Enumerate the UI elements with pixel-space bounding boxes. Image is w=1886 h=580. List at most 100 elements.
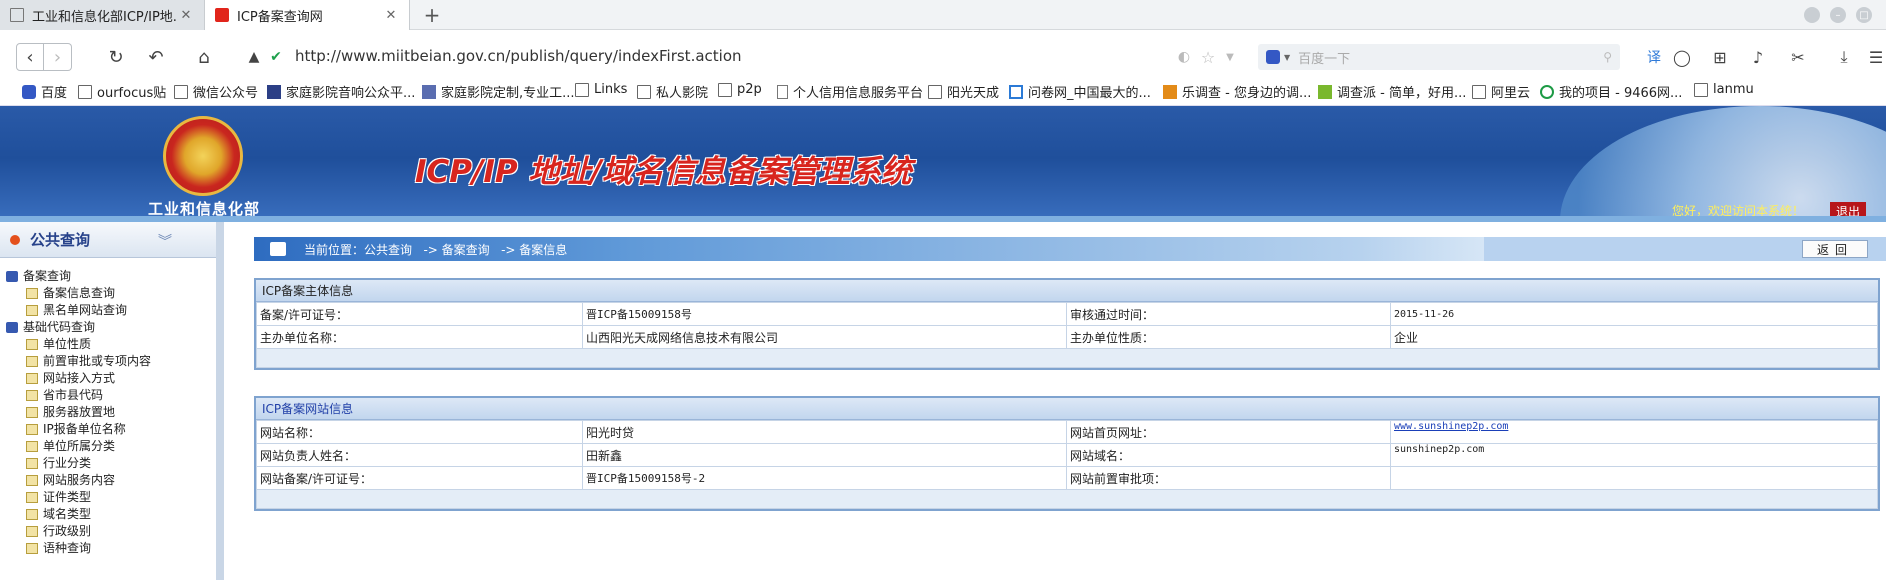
- bullet-icon: [10, 234, 20, 245]
- url-field[interactable]: http://www.miitbeian.gov.cn/publish/quer…: [295, 47, 742, 65]
- collapse-chevron-icon[interactable]: ︾: [158, 231, 172, 251]
- icp-icon: [215, 8, 229, 22]
- doc-icon: [26, 424, 38, 435]
- bookmark-diaochapai[interactable]: 调查派 - 简单，好用...: [1318, 82, 1466, 101]
- bookmark-credit-platform[interactable]: 个人信用信息服务平台: [777, 82, 923, 101]
- doc-icon: [26, 407, 38, 418]
- bookmark-home-theater-custom[interactable]: 家庭影院定制,专业工...: [422, 82, 575, 101]
- chat-icon[interactable]: ◯: [1668, 43, 1696, 71]
- table-row: 备案/许可证号： 晋ICP备15009158号 审核通过时间： 2015-11-…: [256, 302, 1878, 326]
- refresh-icon[interactable]: ↻: [102, 43, 130, 71]
- browser-tab-miit[interactable]: 工业和信息化部ICP/IP地... ✕: [0, 0, 205, 30]
- main-content: 当前位置：公共查询 -> 备案查询 -> 备案信息 返回 ICP备案主体信息 备…: [232, 222, 1886, 580]
- maximize-icon[interactable]: □: [1856, 7, 1872, 23]
- field-label: 主办单位性质：: [1066, 325, 1391, 349]
- undo-icon[interactable]: ↶: [142, 43, 170, 71]
- extensions-icon[interactable]: ⊞: [1706, 43, 1734, 71]
- sidebar-item-industry[interactable]: 行业分类: [6, 455, 151, 472]
- close-icon[interactable]: ✕: [383, 8, 399, 23]
- website-url-link[interactable]: www.sunshinep2p.com: [1394, 421, 1508, 432]
- search-engine-dropdown-icon[interactable]: ▼: [1284, 53, 1290, 62]
- close-icon[interactable]: ✕: [178, 8, 194, 23]
- field-label: 网站负责人姓名：: [256, 443, 583, 467]
- folder-icon: [928, 84, 942, 99]
- folder-tree-icon: [6, 271, 18, 282]
- sidebar-item-service-content[interactable]: 网站服务内容: [6, 472, 151, 489]
- download-icon[interactable]: ⤓: [1830, 43, 1858, 71]
- subject-info-panel: ICP备案主体信息 备案/许可证号： 晋ICP备15009158号 审核通过时间…: [254, 278, 1880, 370]
- back-button[interactable]: ‹: [16, 43, 44, 71]
- page-icon: [777, 84, 788, 99]
- bookmark-wechat[interactable]: 微信公众号: [174, 82, 258, 101]
- sidebar-item-access-method[interactable]: 网站接入方式: [6, 370, 151, 387]
- bookmark-aliyun[interactable]: 阿里云: [1472, 82, 1530, 101]
- menu-icon[interactable]: ☰: [1862, 43, 1886, 71]
- home-icon[interactable]: [270, 242, 286, 256]
- sidebar-item-region-code[interactable]: 省市县代码: [6, 387, 151, 404]
- skin-icon[interactable]: [1804, 7, 1820, 23]
- tab-title: 工业和信息化部ICP/IP地...: [32, 9, 178, 25]
- folder-icon: [718, 82, 732, 97]
- minimize-icon[interactable]: –: [1830, 7, 1846, 23]
- search-placeholder: 百度一下: [1298, 51, 1351, 67]
- website-info-table: 网站名称： 阳光时贷 网站首页网址： www.sunshinep2p.com 网…: [256, 420, 1878, 509]
- bookmark-baidu[interactable]: 百度: [22, 82, 67, 101]
- site-header: 工业和信息化部 ICP/IP 地址/域名信息备案管理系统 您好，欢迎访问本系统！…: [0, 106, 1886, 222]
- sidebar-item-language[interactable]: 语种查询: [6, 540, 151, 557]
- forward-button[interactable]: ›: [44, 43, 72, 71]
- scissors-icon[interactable]: ✂: [1784, 43, 1812, 71]
- bookmark-links[interactable]: Links: [575, 82, 627, 97]
- bookmark-lanmu[interactable]: lanmu: [1694, 82, 1754, 97]
- bookmark-private-cinema[interactable]: 私人影院: [637, 82, 708, 101]
- sidebar: 公共查询 ︾ 备案查询 备案信息查询 黑名单网站查询 基础代码查询 单位性质 前…: [0, 222, 224, 580]
- baidu-icon: [22, 84, 36, 99]
- field-label: 网站首页网址：: [1066, 420, 1391, 444]
- browser-tab-icp[interactable]: ICP备案查询网 ✕: [205, 0, 410, 30]
- sidebar-item-ip-unit[interactable]: IP报备单位名称: [6, 421, 151, 438]
- website-info-panel: ICP备案网站信息 网站名称： 阳光时贷 网站首页网址： www.sunshin…: [254, 396, 1880, 511]
- table-footer-row: [256, 489, 1878, 509]
- folder-icon: [78, 84, 92, 99]
- field-label: 审核通过时间：: [1066, 302, 1391, 326]
- translate-icon[interactable]: 译: [1640, 43, 1668, 71]
- bookmark-ourfocus[interactable]: ourfocus贴: [78, 82, 166, 101]
- doc-icon: [26, 305, 38, 316]
- site-icon: [1009, 84, 1023, 99]
- tree-group-base-code-query[interactable]: 基础代码查询: [6, 319, 151, 336]
- field-value: 晋ICP备15009158号: [582, 302, 1067, 326]
- bookmark-wenjuan[interactable]: 问卷网_中国最大的...: [1009, 82, 1151, 101]
- bookmark-lediaocha[interactable]: 乐调查 - 您身边的调...: [1163, 82, 1311, 101]
- sidebar-item-pre-approval[interactable]: 前置审批或专项内容: [6, 353, 151, 370]
- sidebar-item-server-location[interactable]: 服务器放置地: [6, 404, 151, 421]
- bookmark-home-theater-audio[interactable]: 家庭影院音响公众平...: [267, 82, 415, 101]
- field-label: 备案/许可证号：: [256, 302, 583, 326]
- doc-icon: [26, 526, 38, 537]
- sidebar-item-domain-type[interactable]: 域名类型: [6, 506, 151, 523]
- bookmark-p2p[interactable]: p2p: [718, 82, 762, 97]
- sidebar-item-id-type[interactable]: 证件类型: [6, 489, 151, 506]
- search-input[interactable]: ▼ 百度一下 ⚲: [1258, 44, 1620, 70]
- doc-icon: [26, 390, 38, 401]
- sidebar-item-admin-level[interactable]: 行政级别: [6, 523, 151, 540]
- dropdown-icon[interactable]: ▼: [1216, 43, 1244, 71]
- table-row: 网站备案/许可证号： 晋ICP备15009158号-2 网站前置审批项：: [256, 466, 1878, 490]
- speaker-icon[interactable]: ♪: [1744, 43, 1772, 71]
- sidebar-item-record-info-query[interactable]: 备案信息查询: [6, 285, 151, 302]
- doc-icon: [26, 373, 38, 384]
- breadcrumb: 当前位置：公共查询 -> 备案查询 -> 备案信息: [254, 237, 1484, 261]
- sidebar-item-blacklist-query[interactable]: 黑名单网站查询: [6, 302, 151, 319]
- home-icon[interactable]: ⌂: [190, 43, 218, 71]
- new-tab-button[interactable]: +: [412, 0, 452, 30]
- bookmark-my-projects[interactable]: 我的项目 - 9466网...: [1540, 82, 1682, 101]
- sidebar-item-unit-category[interactable]: 单位所属分类: [6, 438, 151, 455]
- sidebar-item-unit-nature[interactable]: 单位性质: [6, 336, 151, 353]
- sidebar-header[interactable]: 公共查询 ︾: [0, 222, 216, 258]
- field-value: 山西阳光天成网络信息技术有限公司: [582, 325, 1067, 349]
- bookmark-sunshine[interactable]: 阳光天成: [928, 82, 999, 101]
- doc-icon: [26, 356, 38, 367]
- shield-check-icon[interactable]: ✔: [262, 43, 290, 71]
- tree-group-record-query[interactable]: 备案查询: [6, 268, 151, 285]
- return-button[interactable]: 返回: [1802, 240, 1868, 258]
- subject-info-table: 备案/许可证号： 晋ICP备15009158号 审核通过时间： 2015-11-…: [256, 302, 1878, 368]
- search-icon[interactable]: ⚲: [1603, 50, 1612, 64]
